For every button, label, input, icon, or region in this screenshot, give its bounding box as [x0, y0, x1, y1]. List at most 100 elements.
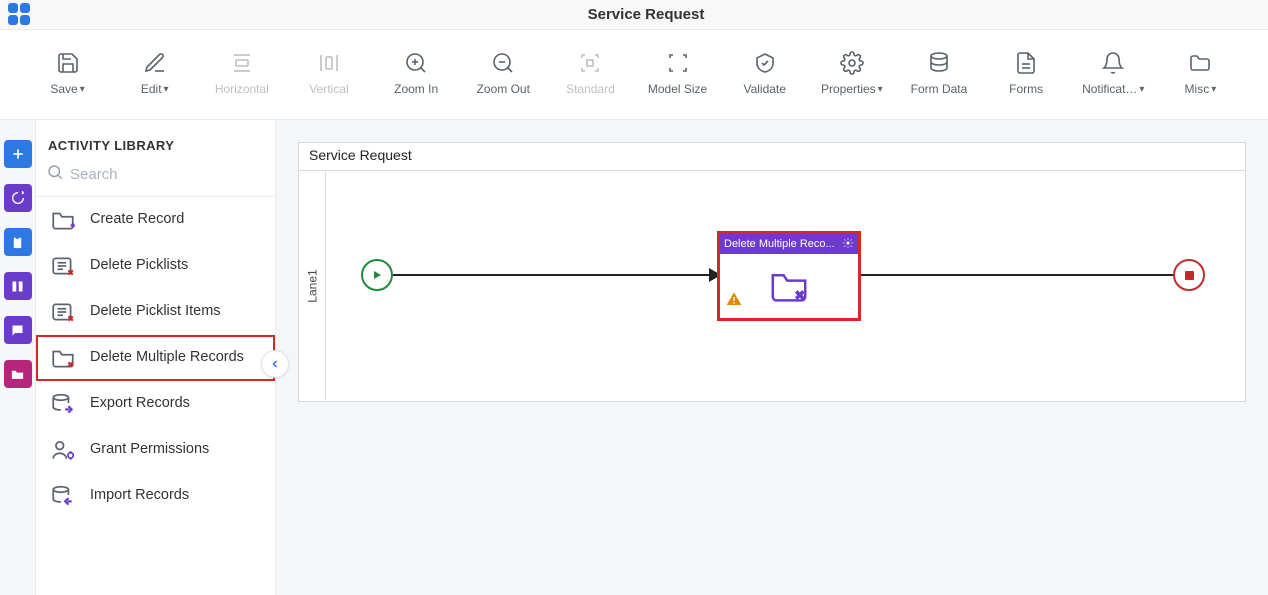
rail-clipboard-icon[interactable] [4, 228, 32, 256]
tool-label: Save [50, 82, 77, 96]
misc-button[interactable]: Misc▾ [1161, 38, 1240, 102]
vertical-icon [317, 44, 341, 82]
folder-x-icon [50, 347, 76, 369]
forms-button[interactable]: Forms [987, 38, 1066, 102]
lib-item-import-records[interactable]: Import Records [36, 473, 275, 519]
edit-icon [143, 44, 167, 82]
sequence-flow-1[interactable] [393, 274, 718, 276]
tool-label: Horizontal [215, 82, 269, 96]
tool-label: Validate [743, 82, 785, 96]
tool-label: Misc [1185, 82, 1210, 96]
user-gear-icon [50, 439, 76, 461]
db-import-icon [50, 485, 76, 507]
lib-item-label: Import Records [90, 487, 189, 504]
db-export-icon [50, 393, 76, 415]
icon-rail [0, 120, 36, 595]
toolbar: Save▾ Edit▾ Horizontal Vertical Zoom In … [0, 30, 1268, 120]
search-icon [46, 163, 64, 186]
standard-button: Standard [551, 38, 630, 102]
chevron-down-icon: ▾ [1211, 84, 1216, 95]
standard-icon [578, 44, 602, 82]
tool-label: Edit [141, 82, 162, 96]
tool-label: Properties [821, 82, 876, 96]
gear-icon[interactable] [842, 237, 854, 252]
pool-title: Service Request [299, 143, 1245, 171]
lib-item-label: Grant Permissions [90, 441, 209, 458]
rail-columns-icon[interactable] [4, 272, 32, 300]
search-input[interactable] [70, 166, 265, 183]
zoom-in-icon [404, 44, 428, 82]
sidebar-title: ACTIVITY LIBRARY [36, 120, 275, 159]
list-x-icon [50, 301, 76, 323]
activity-library-sidebar: ACTIVITY LIBRARY Create Record Delete Pi… [36, 120, 276, 595]
lib-item-label: Create Record [90, 211, 184, 228]
library-list: Create Record Delete Picklists Delete Pi… [36, 197, 275, 519]
app-logo-icon[interactable] [8, 3, 32, 27]
save-button[interactable]: Save▾ [28, 38, 107, 102]
lib-item-delete-multiple-records[interactable]: Delete Multiple Records [36, 335, 275, 381]
tool-label: Forms [1009, 82, 1043, 96]
rail-folder-icon[interactable] [4, 360, 32, 388]
tool-label: Form Data [911, 82, 968, 96]
model-size-button[interactable]: Model Size [638, 38, 717, 102]
lib-item-delete-picklist-items[interactable]: Delete Picklist Items [36, 289, 275, 335]
activity-header: Delete Multiple Reco... [720, 234, 858, 254]
lib-item-grant-permissions[interactable]: Grant Permissions [36, 427, 275, 473]
properties-button[interactable]: Properties▾ [812, 38, 891, 102]
vertical-button: Vertical [289, 38, 368, 102]
tool-label: Vertical [309, 82, 348, 96]
process-pool[interactable]: Service Request Lane1 Delete Multiple Re… [298, 142, 1246, 402]
tool-label: Zoom In [394, 82, 438, 96]
edit-button[interactable]: Edit▾ [115, 38, 194, 102]
gear-icon [840, 44, 864, 82]
end-node[interactable] [1173, 259, 1205, 291]
horizontal-button: Horizontal [202, 38, 281, 102]
folder-icon [1188, 44, 1212, 82]
tool-label: Standard [566, 82, 615, 96]
rail-loop-icon[interactable] [4, 184, 32, 212]
lib-item-label: Export Records [90, 395, 190, 412]
rail-chat-icon[interactable] [4, 316, 32, 344]
warning-icon [726, 291, 742, 312]
lib-item-label: Delete Picklists [90, 257, 188, 274]
list-x-icon [50, 255, 76, 277]
bell-icon [1101, 44, 1125, 82]
zoom-out-icon [491, 44, 515, 82]
activity-delete-multiple-records[interactable]: Delete Multiple Reco... [717, 231, 861, 321]
tool-label: Model Size [648, 82, 707, 96]
validate-button[interactable]: Validate [725, 38, 804, 102]
zoom-out-button[interactable]: Zoom Out [464, 38, 543, 102]
model-size-icon [666, 44, 690, 82]
flow-lane[interactable]: Delete Multiple Reco... [327, 171, 1243, 400]
horizontal-icon [230, 44, 254, 82]
zoom-in-button[interactable]: Zoom In [377, 38, 456, 102]
collapse-sidebar-button[interactable] [261, 350, 289, 378]
chevron-down-icon: ▾ [164, 84, 169, 95]
sequence-flow-2[interactable] [861, 274, 1185, 276]
form-data-button[interactable]: Form Data [899, 38, 978, 102]
database-icon [927, 44, 951, 82]
lib-item-create-record[interactable]: Create Record [36, 197, 275, 243]
canvas-area[interactable]: Service Request Lane1 Delete Multiple Re… [276, 120, 1268, 595]
lib-item-export-records[interactable]: Export Records [36, 381, 275, 427]
search-wrap [36, 159, 275, 197]
tool-label: Notificat… [1082, 82, 1137, 96]
lane-label: Lane1 [300, 171, 326, 400]
app-header: Service Request [0, 0, 1268, 30]
start-node[interactable] [361, 259, 393, 291]
chevron-down-icon: ▾ [878, 84, 883, 95]
lib-item-delete-picklists[interactable]: Delete Picklists [36, 243, 275, 289]
lib-item-label: Delete Multiple Records [90, 349, 244, 366]
validate-icon [753, 44, 777, 82]
notifications-button[interactable]: Notificat…▾ [1074, 38, 1153, 102]
rail-add-icon[interactable] [4, 140, 32, 168]
folder-x-icon [767, 268, 811, 304]
chevron-down-icon: ▾ [80, 84, 85, 95]
chevron-down-icon: ▾ [1139, 84, 1144, 95]
save-icon [56, 44, 80, 82]
page-title: Service Request [32, 6, 1260, 23]
lib-item-label: Delete Picklist Items [90, 303, 221, 320]
tool-label: Zoom Out [477, 82, 530, 96]
forms-icon [1014, 44, 1038, 82]
activity-body [720, 254, 858, 318]
